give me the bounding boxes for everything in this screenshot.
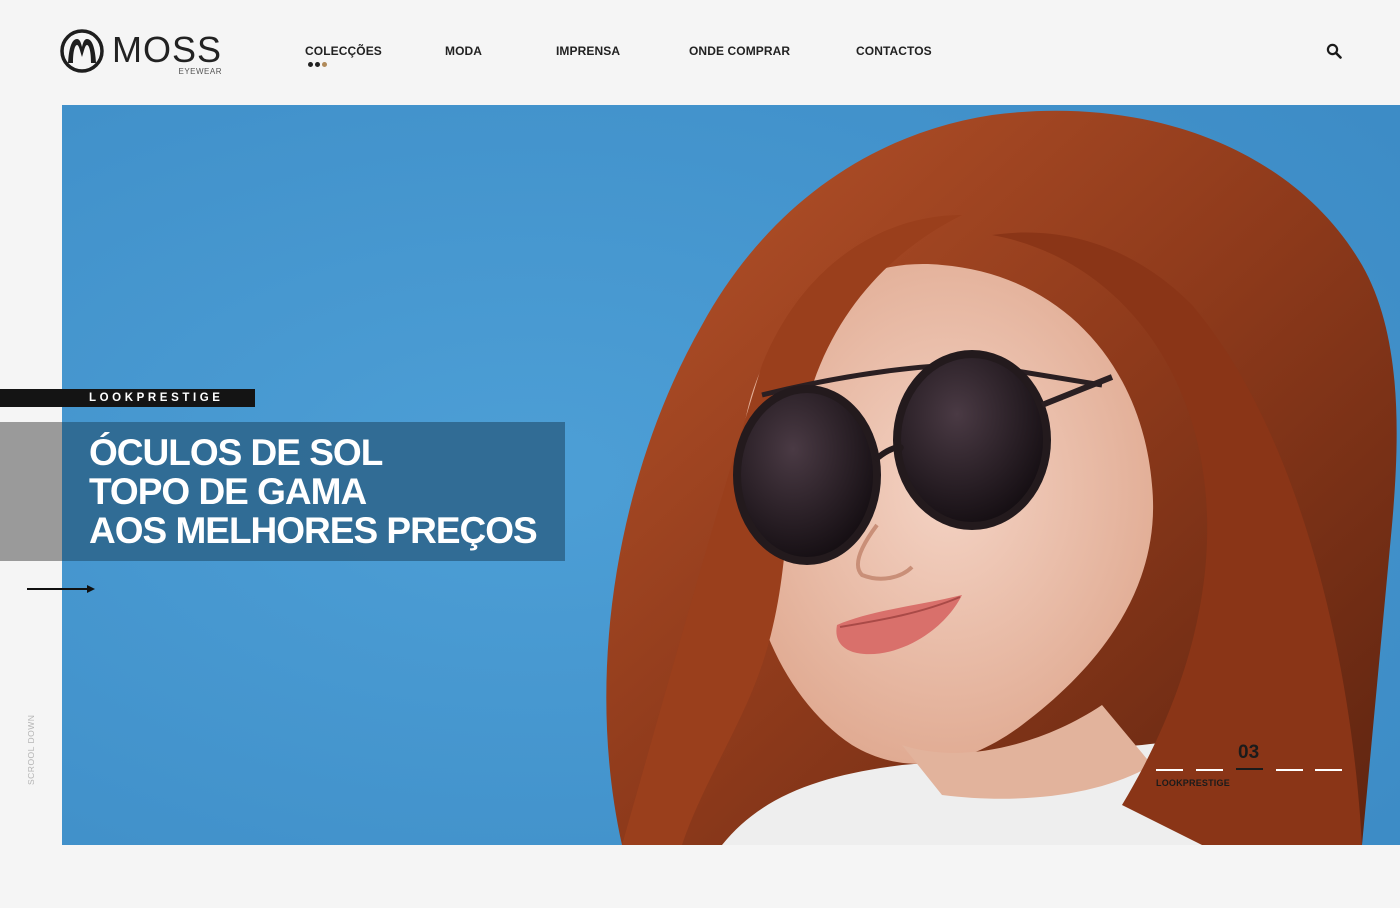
nav-item-contactos[interactable]: CONTACTOS <box>856 44 932 58</box>
slide-dash[interactable] <box>1315 769 1342 771</box>
nav-item-label: ONDE COMPRAR <box>689 44 791 58</box>
nav-item-moda[interactable]: MODA <box>445 44 482 58</box>
moss-logo-icon <box>60 29 104 73</box>
arrow-right-icon[interactable] <box>27 583 97 595</box>
slider-pagination: 03 LOOKPRESTIGE <box>1156 742 1346 792</box>
slide-dash[interactable] <box>1196 769 1223 771</box>
collection-tag: LOOKPRESTIGE <box>0 389 255 407</box>
indicator-dot <box>322 62 327 67</box>
brand-name: MOSS <box>112 29 223 70</box>
current-slide-number: 03 <box>1238 742 1260 763</box>
headline-accent-block <box>0 422 62 561</box>
brand-subtitle: EYEWEAR <box>178 67 223 76</box>
scroll-down-label[interactable]: SCROOL DOWN <box>26 715 36 785</box>
current-slide-label: LOOKPRESTIGE <box>1156 778 1230 788</box>
page: MOSS EYEWEAR COLECÇÕES MODA IMPRENSA OND… <box>0 0 1400 908</box>
search-icon[interactable] <box>1326 43 1342 59</box>
slide-dash[interactable] <box>1276 769 1303 771</box>
nav-item-label: IMPRENSA <box>556 44 621 58</box>
collection-tag-label: LOOKPRESTIGE <box>89 392 224 404</box>
indicator-dot <box>315 62 320 67</box>
nav-item-onde-comprar[interactable]: ONDE COMPRAR <box>689 44 790 58</box>
headline-line-3: AOS MELHORES PREÇOS <box>89 510 538 551</box>
nav-item-coleccoes[interactable]: COLECÇÕES <box>305 44 382 67</box>
slide-dash-active[interactable] <box>1236 768 1263 770</box>
active-indicator-dots <box>308 62 327 67</box>
indicator-dot <box>308 62 313 67</box>
slide-dash[interactable] <box>1156 769 1183 771</box>
hero-headline: ÓCULOS DE SOL TOPO DE GAMA AOS MELHORES … <box>89 432 538 551</box>
headline-line-1: ÓCULOS DE SOL <box>89 432 383 473</box>
nav-item-label: CONTACTOS <box>856 44 932 58</box>
nav-item-label: MODA <box>445 44 483 58</box>
brand-text: MOSS EYEWEAR <box>112 29 223 76</box>
headline-line-2: TOPO DE GAMA <box>89 471 367 512</box>
nav-item-label: COLECÇÕES <box>305 44 382 58</box>
nav-item-imprensa[interactable]: IMPRENSA <box>556 44 620 58</box>
brand-logo[interactable]: MOSS EYEWEAR <box>60 29 223 76</box>
